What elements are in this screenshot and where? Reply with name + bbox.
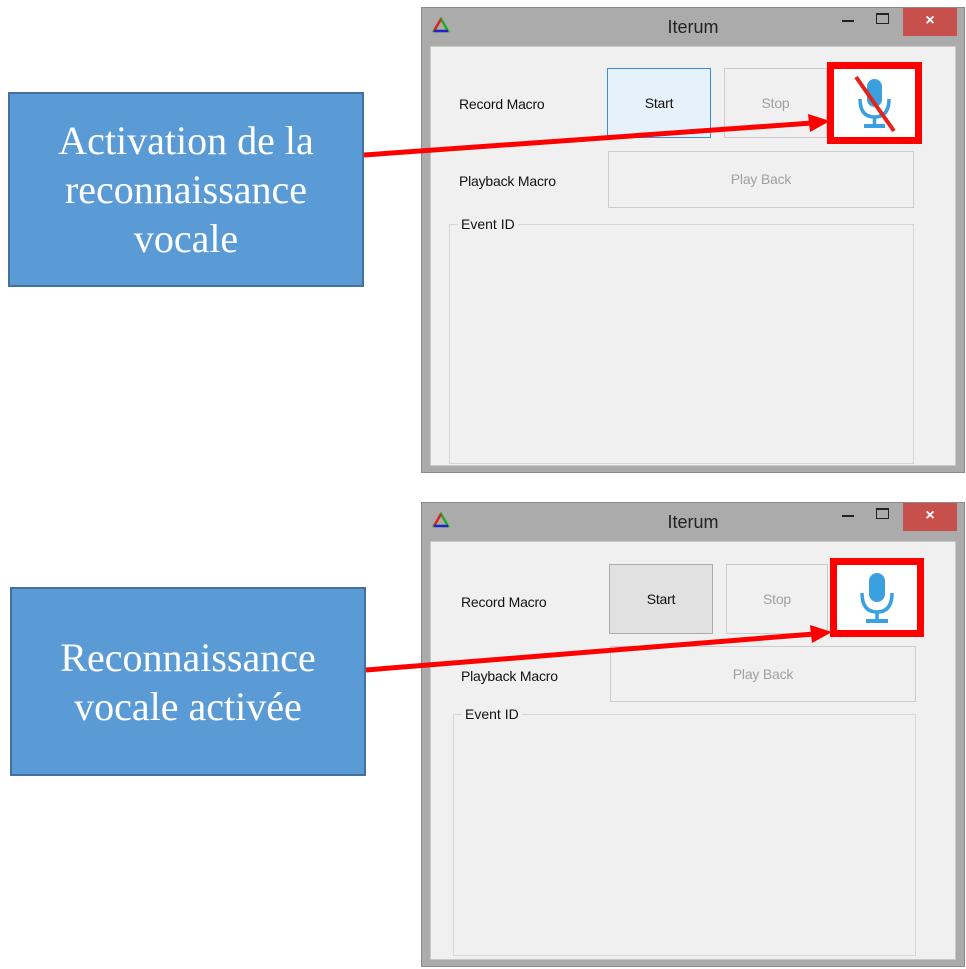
callout-activated: Reconnaissance vocale activée [10,587,366,776]
window-client-area: Record Macro Start Stop Playback Macro P… [430,541,956,960]
callout-activated-line-2: vocale activée [74,683,302,729]
callout-activation-line-1: Activation de la [58,118,314,163]
event-id-groupbox: Event ID [449,216,914,464]
event-id-label: Event ID [462,706,522,722]
play-back-button[interactable]: Play Back [610,646,916,702]
playback-macro-label: Playback Macro [461,668,558,684]
maximize-button[interactable] [868,8,898,32]
callout-activation-line-3: vocale [133,216,239,261]
event-id-label: Event ID [458,216,518,232]
minimize-button[interactable] [834,503,864,527]
close-button[interactable]: × [903,8,957,36]
window-client-area: Record Macro Start Stop Playback Macro P… [430,46,956,466]
minimize-button[interactable] [834,8,864,32]
voice-recognition-toggle-button[interactable] [827,62,922,144]
microphone-icon [860,573,894,623]
iterum-window-top: Iterum × Record Macro Start Stop Playbac… [421,7,965,473]
maximize-icon [876,13,889,24]
title-bar[interactable]: Iterum × [422,8,964,46]
event-id-groupbox: Event ID [453,706,916,956]
iterum-window-bottom: Iterum × Record Macro Start Stop Playbac… [421,502,965,967]
start-button[interactable]: Start [607,68,711,138]
callout-activation: Activation de la reconnaissance vocale [8,92,364,287]
close-button[interactable]: × [903,503,957,531]
play-back-button[interactable]: Play Back [608,151,914,208]
voice-recognition-toggle-button[interactable] [830,558,924,637]
callout-activated-line-1: Reconnaissance [60,634,316,680]
title-bar[interactable]: Iterum × [422,503,964,541]
maximize-icon [876,508,889,519]
minimize-icon [842,20,854,22]
callout-activation-line-2: reconnaissance [64,167,308,212]
stop-button[interactable]: Stop [726,564,828,634]
minimize-icon [842,515,854,517]
microphone-muted-icon [854,75,896,133]
stop-button[interactable]: Stop [724,68,827,138]
start-button[interactable]: Start [609,564,713,634]
record-macro-label: Record Macro [461,594,547,610]
record-macro-label: Record Macro [459,96,545,112]
playback-macro-label: Playback Macro [459,173,556,189]
maximize-button[interactable] [868,503,898,527]
